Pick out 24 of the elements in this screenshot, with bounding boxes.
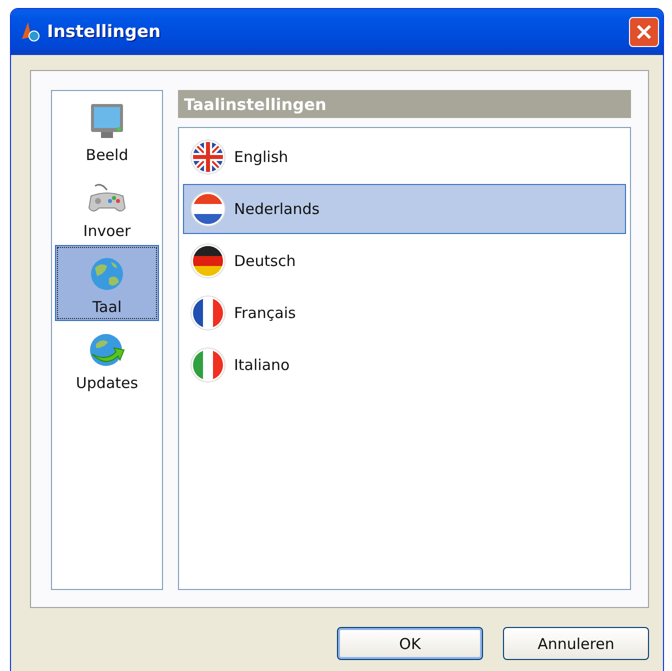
window-title: Instellingen bbox=[47, 22, 162, 42]
flag-icon bbox=[190, 191, 226, 227]
language-item[interactable]: Italiano bbox=[183, 340, 626, 390]
section-header: Taalinstellingen bbox=[178, 90, 631, 118]
app-logo-icon bbox=[19, 21, 41, 43]
language-item[interactable]: Deutsch bbox=[183, 236, 626, 286]
ok-button[interactable]: OK bbox=[337, 627, 483, 660]
language-item[interactable]: Français bbox=[183, 288, 626, 338]
cancel-button[interactable]: Annuleren bbox=[503, 627, 649, 660]
flag-icon bbox=[190, 243, 226, 279]
flag-icon bbox=[190, 347, 226, 383]
language-item[interactable]: Nederlands bbox=[183, 184, 626, 234]
flag-icon bbox=[190, 295, 226, 331]
language-item[interactable]: English bbox=[183, 132, 626, 182]
globe-icon bbox=[89, 256, 125, 292]
sidebar-item[interactable]: Beeld bbox=[55, 93, 159, 169]
close-button[interactable] bbox=[629, 17, 659, 47]
sidebar-item[interactable]: Updates bbox=[55, 321, 159, 397]
close-icon bbox=[636, 24, 652, 40]
sidebar-item[interactable]: Taal bbox=[55, 245, 159, 321]
flag-icon bbox=[190, 139, 226, 175]
globe-arrow-icon bbox=[88, 332, 126, 368]
sidebar-item[interactable]: Invoer bbox=[55, 169, 159, 245]
monitor-icon bbox=[88, 102, 126, 140]
